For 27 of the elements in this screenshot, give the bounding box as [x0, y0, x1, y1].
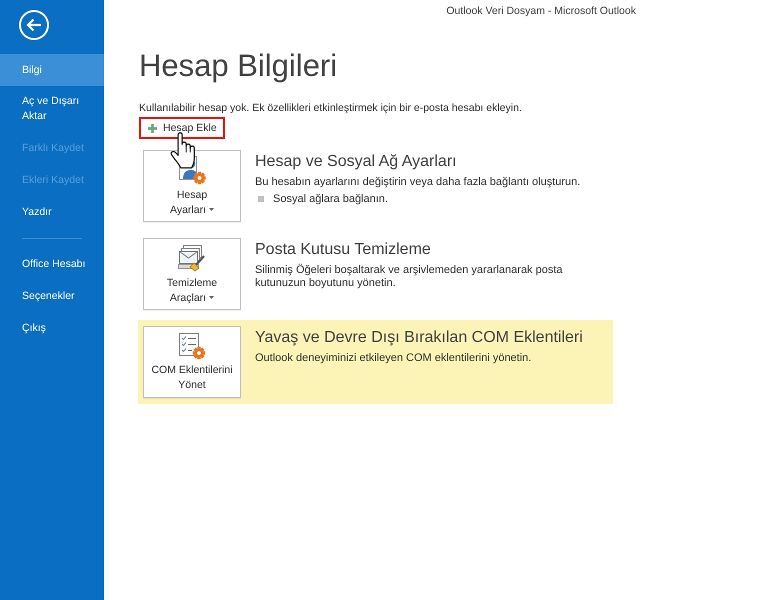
- section-description: Outlook deneyiminizi etkileyen COM eklentilerini yönetin.: [255, 352, 532, 365]
- add-account-button[interactable]: Hesap Ekle: [139, 117, 225, 139]
- bullet-icon: [258, 196, 264, 202]
- envelope-brush-icon: [177, 242, 207, 272]
- section-title: Posta Kutusu Temizleme: [255, 240, 432, 260]
- sidebar-item[interactable]: Office Hesabı: [0, 248, 104, 280]
- tool-button[interactable]: COM Eklentilerini Yönet: [143, 326, 241, 398]
- sidebar-item: Ekleri Kaydet: [21, 172, 85, 188]
- section-description: Silinmiş Öğeleri boşaltarak ve arşivlemeden yararlanarak posta kutunuzun boyutunu yönetin.: [255, 264, 564, 290]
- info-text: Kullanılabilir hesap yok. Ek özellikleri etkinleştirmek için bir e-posta hesabı ekleyin.: [139, 101, 523, 115]
- sidebar-item[interactable]: Bilgi: [0, 54, 104, 86]
- tool-button[interactable]: Hesap Ayarları: [143, 150, 241, 222]
- plus-icon: [148, 124, 157, 132]
- section-description: Bu hesabın ayarlarını değiştirin veya daha fazla bağlantı oluşturun.: [255, 176, 582, 189]
- page-title: Hesap Bilgileri: [139, 47, 338, 85]
- checklist-gear-icon: [178, 332, 206, 360]
- window-title: Outlook Veri Dosyam - Microsoft Outlook: [446, 5, 636, 17]
- person-gear-icon: [178, 154, 206, 184]
- sidebar-item[interactable]: Çıkış: [0, 312, 104, 344]
- sidebar-item[interactable]: Yazdır: [0, 196, 104, 228]
- sidebar-item[interactable]: Seçenekler: [0, 280, 104, 312]
- tool-button[interactable]: Temizleme Araçları: [143, 238, 241, 310]
- section-title: Hesap ve Sosyal Ağ Ayarları: [255, 152, 458, 172]
- sidebar-item[interactable]: Aç ve Dışarı Aktar: [0, 86, 104, 132]
- section-title: Yavaş ve Devre Dışı Bırakılan COM Eklentileri: [255, 328, 584, 348]
- bullet-text: Sosyal ağlara bağlanın.: [273, 192, 388, 206]
- sidebar-item: Farklı Kaydet: [21, 140, 85, 156]
